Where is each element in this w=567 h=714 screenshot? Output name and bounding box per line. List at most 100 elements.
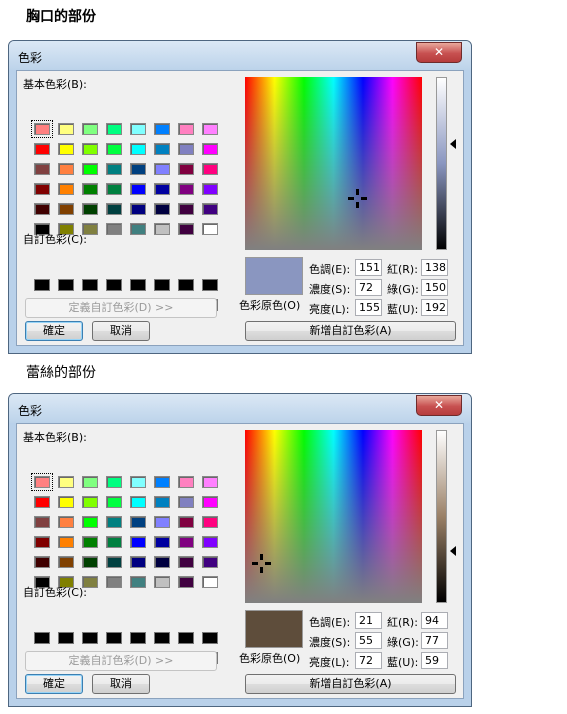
basic-color-swatch[interactable]	[106, 163, 122, 175]
basic-color-swatch[interactable]	[58, 536, 74, 548]
basic-color-swatch[interactable]	[82, 536, 98, 548]
custom-color-swatch[interactable]	[130, 632, 146, 644]
basic-color-swatch[interactable]	[202, 496, 218, 508]
basic-color-swatch[interactable]	[178, 203, 194, 215]
title-bar[interactable]: 色彩 ✕	[9, 394, 471, 423]
add-custom-colors-button[interactable]: 新增自訂色彩(A)	[245, 321, 456, 341]
custom-color-swatch[interactable]	[202, 632, 218, 644]
basic-color-swatch[interactable]	[58, 203, 74, 215]
sat-field[interactable]: 55	[355, 632, 382, 649]
custom-color-swatch[interactable]	[34, 279, 50, 291]
basic-color-swatch[interactable]	[178, 496, 194, 508]
custom-color-swatch[interactable]	[58, 279, 74, 291]
basic-color-swatch[interactable]	[154, 183, 170, 195]
basic-color-swatch[interactable]	[106, 576, 122, 588]
basic-color-swatch[interactable]	[58, 183, 74, 195]
basic-color-swatch[interactable]	[178, 183, 194, 195]
sat-field[interactable]: 72	[355, 279, 382, 296]
basic-color-swatch[interactable]	[154, 536, 170, 548]
basic-color-swatch[interactable]	[154, 143, 170, 155]
basic-color-swatch[interactable]	[154, 163, 170, 175]
basic-color-swatch[interactable]	[34, 203, 50, 215]
luminance-bar[interactable]	[436, 77, 447, 250]
basic-color-swatch[interactable]	[202, 223, 218, 235]
basic-color-swatch[interactable]	[34, 496, 50, 508]
basic-color-swatch[interactable]	[130, 536, 146, 548]
basic-color-swatch[interactable]	[202, 516, 218, 528]
define-custom-colors-button[interactable]: 定義自訂色彩(D) >>	[25, 651, 217, 671]
luminance-arrow-icon[interactable]	[450, 546, 456, 557]
basic-color-swatch[interactable]	[178, 163, 194, 175]
basic-color-swatch[interactable]	[82, 516, 98, 528]
basic-color-swatch[interactable]	[130, 496, 146, 508]
luminance-arrow-icon[interactable]	[450, 139, 456, 150]
basic-color-swatch[interactable]	[106, 223, 122, 235]
basic-color-swatch[interactable]	[106, 556, 122, 568]
custom-color-swatch[interactable]	[82, 632, 98, 644]
basic-color-swatch[interactable]	[154, 516, 170, 528]
custom-color-swatch[interactable]	[202, 279, 218, 291]
basic-color-swatch[interactable]	[130, 183, 146, 195]
cancel-button[interactable]: 取消	[92, 674, 150, 694]
custom-color-swatch[interactable]	[178, 632, 194, 644]
basic-color-swatch[interactable]	[106, 496, 122, 508]
basic-color-swatch[interactable]	[130, 476, 146, 488]
ok-button[interactable]: 確定	[25, 321, 83, 341]
custom-color-swatch[interactable]	[58, 632, 74, 644]
basic-color-swatch[interactable]	[154, 556, 170, 568]
basic-color-swatch[interactable]	[106, 123, 122, 135]
basic-color-swatch[interactable]	[31, 473, 53, 491]
basic-color-swatch[interactable]	[58, 163, 74, 175]
basic-color-swatch[interactable]	[34, 536, 50, 548]
basic-color-swatch[interactable]	[82, 183, 98, 195]
basic-color-swatch[interactable]	[34, 143, 50, 155]
basic-color-swatch[interactable]	[58, 556, 74, 568]
basic-color-swatch[interactable]	[130, 223, 146, 235]
basic-color-swatch[interactable]	[31, 120, 53, 138]
basic-color-swatch[interactable]	[202, 556, 218, 568]
basic-color-swatch[interactable]	[178, 556, 194, 568]
basic-color-swatch[interactable]	[154, 496, 170, 508]
basic-color-swatch[interactable]	[82, 556, 98, 568]
basic-color-swatch[interactable]	[178, 476, 194, 488]
custom-color-swatch[interactable]	[34, 632, 50, 644]
color-spectrum[interactable]	[245, 430, 422, 603]
basic-color-swatch[interactable]	[130, 163, 146, 175]
basic-color-swatch[interactable]	[106, 143, 122, 155]
lum-field[interactable]: 155	[355, 299, 382, 316]
basic-color-swatch[interactable]	[178, 123, 194, 135]
hue-field[interactable]: 21	[355, 612, 382, 629]
basic-color-swatch[interactable]	[178, 143, 194, 155]
custom-color-swatch[interactable]	[82, 279, 98, 291]
basic-color-swatch[interactable]	[154, 203, 170, 215]
basic-color-swatch[interactable]	[106, 183, 122, 195]
basic-color-swatch[interactable]	[82, 123, 98, 135]
basic-color-swatch[interactable]	[106, 516, 122, 528]
basic-color-swatch[interactable]	[202, 576, 218, 588]
green-field[interactable]: 77	[421, 632, 448, 649]
basic-color-swatch[interactable]	[34, 516, 50, 528]
basic-color-swatch[interactable]	[130, 143, 146, 155]
define-custom-colors-button[interactable]: 定義自訂色彩(D) >>	[25, 298, 217, 318]
red-field[interactable]: 94	[421, 612, 448, 629]
custom-color-swatch[interactable]	[106, 279, 122, 291]
basic-color-swatch[interactable]	[178, 576, 194, 588]
basic-color-swatch[interactable]	[34, 556, 50, 568]
basic-color-swatch[interactable]	[58, 516, 74, 528]
basic-color-swatch[interactable]	[202, 123, 218, 135]
basic-color-swatch[interactable]	[178, 536, 194, 548]
basic-color-swatch[interactable]	[58, 476, 74, 488]
basic-color-swatch[interactable]	[82, 203, 98, 215]
basic-color-swatch[interactable]	[82, 476, 98, 488]
blue-field[interactable]: 192	[421, 299, 448, 316]
basic-color-swatch[interactable]	[202, 143, 218, 155]
basic-color-swatch[interactable]	[82, 496, 98, 508]
basic-color-swatch[interactable]	[130, 576, 146, 588]
basic-color-swatch[interactable]	[82, 143, 98, 155]
basic-color-swatch[interactable]	[130, 556, 146, 568]
basic-color-swatch[interactable]	[106, 203, 122, 215]
basic-color-swatch[interactable]	[130, 123, 146, 135]
color-spectrum[interactable]	[245, 77, 422, 250]
basic-color-swatch[interactable]	[58, 123, 74, 135]
basic-color-swatch[interactable]	[130, 203, 146, 215]
